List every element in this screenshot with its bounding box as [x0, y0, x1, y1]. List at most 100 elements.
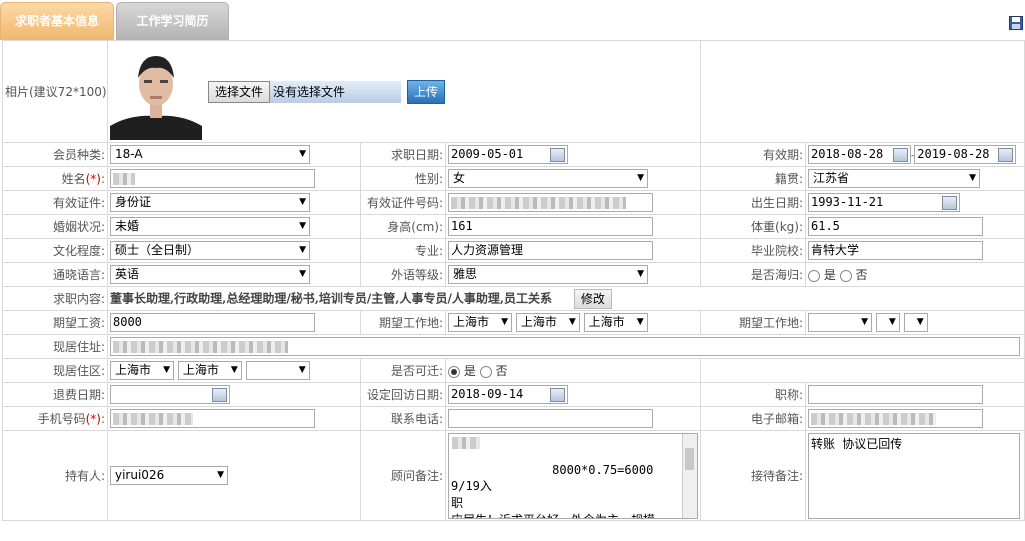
language-level-select[interactable]: 雅思 ▼: [448, 265, 648, 284]
relocate-no-label: 否: [495, 364, 508, 378]
required-mark: (*): [85, 172, 101, 186]
language-level-label: 外语等级:: [360, 262, 446, 287]
valid-from-value: 2018-08-28: [811, 147, 884, 161]
work-place-label-1: 期望工作地:: [360, 310, 446, 335]
calendar-icon[interactable]: [550, 148, 565, 162]
refund-date-label: 退费日期:: [2, 382, 108, 407]
chevron-down-icon: ▼: [163, 365, 170, 375]
language-value: 英语: [115, 267, 140, 281]
work-place-select-4[interactable]: ▼: [808, 313, 872, 332]
email-input[interactable]: [808, 409, 983, 428]
work-place-select-5[interactable]: ▼: [875, 313, 900, 332]
relocate-yes-radio[interactable]: [448, 365, 460, 378]
work-place-value-2: 上海市: [520, 315, 557, 329]
tab-resume[interactable]: 工作学习简历: [116, 2, 229, 40]
valid-from-input[interactable]: 2018-08-28: [808, 145, 911, 164]
address-input[interactable]: [110, 337, 1020, 356]
native-place-select[interactable]: 江苏省 ▼: [808, 169, 980, 188]
language-level-value: 雅思: [453, 267, 478, 281]
area-value-2: 上海市: [182, 363, 219, 377]
choose-file-button[interactable]: 选择文件: [208, 80, 271, 103]
required-mark: (*): [85, 412, 101, 426]
work-place-select-1[interactable]: 上海市 ▼: [448, 313, 512, 332]
marital-select[interactable]: 未婚 ▼: [110, 217, 310, 236]
reception-note-textarea[interactable]: 转账 协议已回传: [808, 432, 1020, 519]
tab-basic-info[interactable]: 求职者基本信息: [0, 2, 114, 40]
chevron-down-icon: ▼: [861, 317, 868, 327]
member-type-select[interactable]: 18-A ▼: [110, 145, 310, 164]
birth-date-value: 1993-11-21: [811, 195, 884, 209]
phone-input[interactable]: [448, 409, 653, 428]
calendar-icon[interactable]: [942, 196, 957, 210]
masked-mobile: [113, 412, 193, 425]
phone-label: 联系电话:: [360, 406, 446, 431]
visit-date-label: 设定回访日期:: [360, 382, 446, 407]
area-select-1[interactable]: 上海市 ▼: [110, 361, 174, 380]
work-place-select-3[interactable]: 上海市 ▼: [583, 313, 648, 332]
id-number-label: 有效证件号码:: [360, 190, 446, 215]
area-select-3[interactable]: ▼: [245, 361, 310, 380]
salary-label: 期望工资:: [2, 310, 108, 335]
chevron-down-icon: ▼: [298, 365, 306, 375]
job-content-label: 求职内容:: [2, 286, 108, 311]
advisor-note-textarea[interactable]: 8000*0.75=6000 9/19入 职 应届生！诉求平台好，外企为主，规模…: [448, 432, 698, 519]
visit-date-input[interactable]: 2018-09-14: [448, 385, 568, 404]
chevron-down-icon: ▼: [888, 317, 896, 327]
masked-email: [811, 412, 936, 425]
overseas-no-radio[interactable]: [839, 269, 852, 282]
mobile-label: 手机号码(*):: [2, 406, 108, 431]
gender-value: 女: [453, 171, 466, 185]
weight-input[interactable]: 61.5: [808, 217, 983, 236]
masked-address: [113, 340, 288, 353]
id-type-select[interactable]: 身份证 ▼: [110, 193, 310, 212]
job-date-input[interactable]: 2009-05-01: [448, 145, 568, 164]
calendar-icon[interactable]: [998, 148, 1014, 162]
height-input[interactable]: 161: [448, 217, 653, 236]
valid-period-label: 有效期:: [700, 142, 806, 167]
upload-button[interactable]: 上传: [407, 79, 446, 104]
school-input[interactable]: 肯特大学: [808, 241, 983, 260]
chevron-down-icon: ▼: [299, 149, 306, 159]
overseas-yes-radio[interactable]: [808, 269, 820, 282]
mobile-input[interactable]: [110, 409, 315, 428]
gender-select[interactable]: 女 ▼: [448, 169, 648, 188]
language-label: 通晓语言:: [2, 262, 108, 287]
holder-value: yirui026: [115, 468, 165, 482]
calendar-icon[interactable]: [893, 148, 908, 162]
area-select-2[interactable]: 上海市 ▼: [177, 361, 242, 380]
major-input[interactable]: 人力资源管理: [448, 241, 653, 260]
name-input[interactable]: [110, 169, 315, 188]
refund-date-input[interactable]: [110, 385, 230, 404]
holder-select[interactable]: yirui026 ▼: [110, 466, 228, 485]
calendar-icon[interactable]: [550, 388, 565, 402]
valid-to-input[interactable]: 2019-08-28: [914, 145, 1017, 164]
language-select[interactable]: 英语 ▼: [110, 265, 310, 284]
calendar-icon[interactable]: [212, 388, 227, 402]
save-icon[interactable]: [1009, 16, 1023, 30]
id-type-label: 有效证件:: [2, 190, 108, 215]
birth-date-input[interactable]: 1993-11-21: [808, 193, 960, 212]
masked-name: [113, 172, 135, 185]
address-label: 现居住址:: [2, 334, 108, 359]
id-number-input[interactable]: [448, 193, 653, 212]
work-place-select-2[interactable]: 上海市 ▼: [515, 313, 580, 332]
scrollbar[interactable]: [682, 433, 697, 518]
work-place-select-6[interactable]: ▼: [903, 313, 928, 332]
chevron-down-icon: ▼: [637, 269, 644, 279]
modify-button[interactable]: 修改: [573, 288, 612, 309]
overseas-no-label: 否: [855, 268, 868, 282]
file-name-display: 没有选择文件: [270, 80, 402, 103]
job-title-input[interactable]: [808, 385, 983, 404]
chevron-down-icon: ▼: [501, 317, 508, 327]
relocate-no-radio[interactable]: [479, 365, 492, 378]
job-content-text: 董事长助理,行政助理,总经理助理/秘书,培训专员/主管,人事专员/人事助理,员工…: [110, 291, 553, 305]
member-type-value: 18-A: [115, 147, 143, 161]
height-label: 身高(cm):: [360, 214, 446, 239]
chevron-down-icon: ▼: [969, 173, 976, 183]
salary-input[interactable]: 8000: [110, 313, 315, 332]
education-select[interactable]: 硕士（全日制） ▼: [110, 241, 310, 260]
chevron-down-icon: ▼: [217, 470, 224, 480]
chevron-down-icon: ▼: [230, 365, 238, 375]
photo-label: 相片(建议72*100):: [2, 40, 108, 143]
valid-to-value: 2019-08-28: [917, 147, 990, 161]
